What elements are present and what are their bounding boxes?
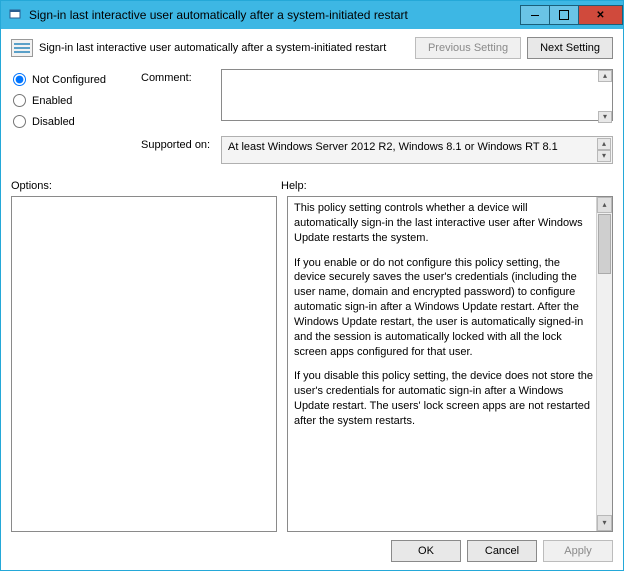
system-menu-icon[interactable] [7, 7, 23, 23]
apply-button[interactable]: Apply [543, 540, 613, 562]
scroll-up-icon[interactable]: ▴ [597, 197, 612, 213]
previous-setting-button[interactable]: Previous Setting [415, 37, 521, 59]
help-pane-label: Help: [281, 180, 307, 194]
help-paragraph: If you disable this policy setting, the … [294, 369, 594, 428]
radio-not-configured-input[interactable] [13, 73, 26, 86]
scroll-down-icon[interactable]: ▾ [597, 515, 612, 531]
radio-not-configured-label: Not Configured [32, 74, 106, 86]
radio-enabled-input[interactable] [13, 94, 26, 107]
radio-disabled-label: Disabled [32, 116, 75, 128]
titlebar[interactable]: Sign-in last interactive user automatica… [1, 1, 623, 29]
policy-icon [11, 39, 33, 57]
radio-disabled-input[interactable] [13, 115, 26, 128]
help-scrollbar[interactable]: ▴ ▾ [596, 197, 612, 531]
options-pane-label: Options: [11, 180, 281, 194]
cancel-button[interactable]: Cancel [467, 540, 537, 562]
radio-disabled[interactable]: Disabled [11, 115, 141, 128]
comment-label: Comment: [141, 69, 221, 124]
help-paragraph: If you enable or do not configure this p… [294, 256, 594, 360]
close-button[interactable] [578, 5, 623, 25]
supported-scroll-up-icon[interactable]: ▴ [597, 138, 611, 150]
comment-scroll-up-icon[interactable]: ▴ [598, 70, 612, 82]
options-pane [11, 196, 277, 532]
maximize-button[interactable] [549, 5, 579, 25]
supported-scroll-down-icon[interactable]: ▾ [597, 150, 611, 162]
supported-on-value: At least Windows Server 2012 R2, Windows… [221, 136, 613, 164]
window-title: Sign-in last interactive user automatica… [29, 8, 521, 22]
radio-enabled[interactable]: Enabled [11, 94, 141, 107]
radio-not-configured[interactable]: Not Configured [11, 73, 141, 86]
policy-editor-window: Sign-in last interactive user automatica… [0, 0, 624, 571]
radio-enabled-label: Enabled [32, 95, 72, 107]
minimize-button[interactable] [520, 5, 550, 25]
scroll-thumb[interactable] [598, 214, 611, 274]
help-paragraph: This policy setting controls whether a d… [294, 201, 594, 246]
comment-input[interactable] [221, 69, 613, 121]
comment-scroll-down-icon[interactable]: ▾ [598, 111, 612, 123]
help-pane: This policy setting controls whether a d… [287, 196, 613, 532]
ok-button[interactable]: OK [391, 540, 461, 562]
next-setting-button[interactable]: Next Setting [527, 37, 613, 59]
policy-title: Sign-in last interactive user automatica… [39, 42, 409, 54]
client-area: Sign-in last interactive user automatica… [1, 29, 623, 570]
supported-on-label: Supported on: [141, 136, 221, 164]
